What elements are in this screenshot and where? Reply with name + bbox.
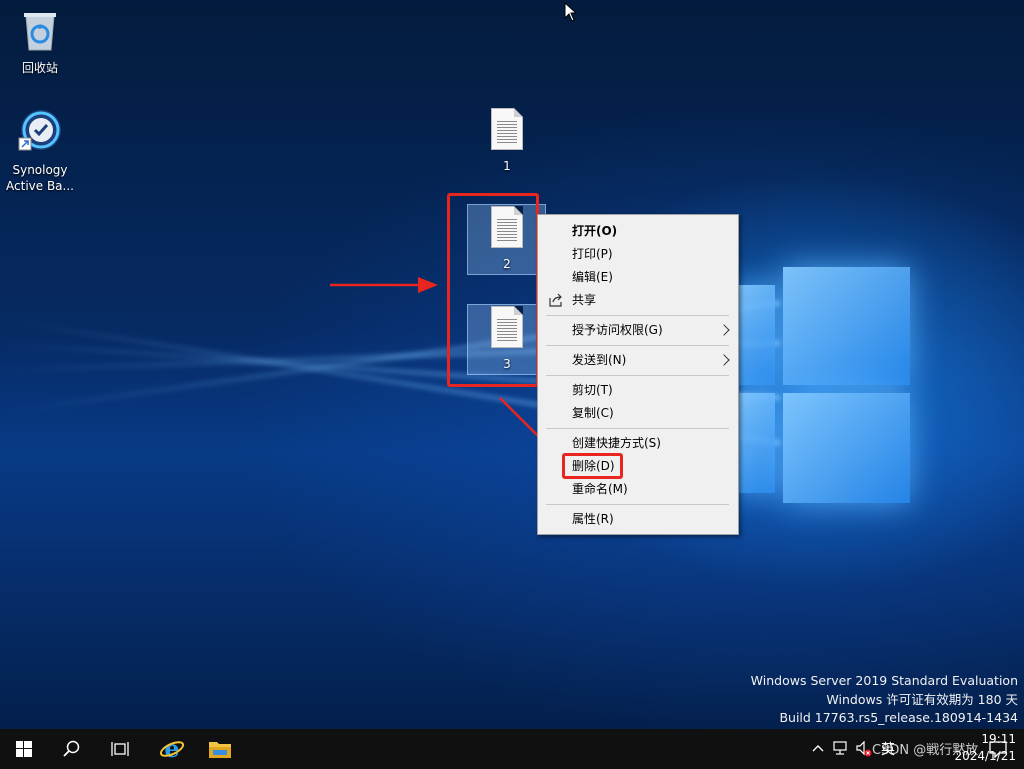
recycle-bin-label: 回收站 — [21, 61, 58, 75]
context-menu: 打开(O) 打印(P) 编辑(E) 共享 授予访问权限(G) 发送到(N) 剪切… — [537, 214, 739, 535]
watermark-edition: Windows Server 2019 Standard Evaluation — [750, 673, 1018, 688]
text-file-icon — [491, 108, 523, 150]
file-explorer-button[interactable] — [196, 729, 244, 769]
file-1-desktop-icon[interactable]: 1 — [467, 108, 547, 174]
submenu-chevron-icon — [718, 354, 730, 366]
file-explorer-icon — [209, 742, 231, 758]
menu-item-send-to[interactable]: 发送到(N) — [572, 349, 626, 371]
task-view-icon — [111, 742, 129, 756]
file-label: 1 — [503, 159, 511, 173]
menu-item-edit[interactable]: 编辑(E) — [572, 266, 613, 288]
menu-separator — [546, 315, 729, 316]
desktop-background: 回收站 Synology Active Ba... 1 2 3 打开(O) 打印… — [0, 0, 1024, 729]
submenu-chevron-icon — [718, 324, 730, 336]
volume-muted-icon[interactable] — [856, 741, 872, 757]
annotation-arrow — [330, 277, 438, 293]
svg-text:e: e — [164, 736, 179, 762]
menu-separator — [546, 375, 729, 376]
windows-watermark: Windows Server 2019 Standard Evaluation … — [751, 672, 1018, 728]
ime-indicator[interactable]: 英 — [881, 739, 895, 759]
synology-label: Synology Active Ba... — [6, 163, 74, 193]
menu-item-copy[interactable]: 复制(C) — [572, 402, 614, 424]
menu-item-print[interactable]: 打印(P) — [572, 243, 613, 265]
windows-start-icon — [16, 741, 32, 757]
menu-item-rename[interactable]: 重命名(M) — [572, 478, 628, 500]
menu-item-grant-access[interactable]: 授予访问权限(G) — [572, 319, 663, 341]
menu-separator — [546, 428, 729, 429]
notification-center-icon[interactable] — [988, 739, 1008, 759]
internet-explorer-button[interactable]: e — [148, 729, 196, 769]
start-button[interactable] — [0, 729, 48, 769]
watermark-build: Build 17763.rs5_release.180914-1434 — [779, 710, 1018, 725]
search-button[interactable] — [48, 729, 96, 769]
menu-item-create-shortcut[interactable]: 创建快捷方式(S) — [572, 432, 661, 454]
synology-active-backup-icon — [18, 110, 61, 151]
delete-annotation-box — [562, 453, 623, 479]
recycle-bin-icon — [24, 13, 56, 51]
share-icon — [549, 293, 562, 307]
annotation-box — [447, 193, 539, 387]
mouse-cursor-icon — [564, 2, 578, 22]
watermark-license: Windows 许可证有效期为 180 天 — [826, 691, 1018, 707]
tray-overflow-chevron-icon[interactable] — [812, 743, 824, 753]
menu-item-cut[interactable]: 剪切(T) — [572, 379, 613, 401]
task-view-button[interactable] — [96, 729, 144, 769]
menu-separator — [546, 345, 729, 346]
synology-desktop-icon[interactable]: Synology Active Ba... — [0, 108, 80, 194]
search-icon — [63, 740, 80, 757]
menu-separator — [546, 504, 729, 505]
menu-item-properties[interactable]: 属性(R) — [572, 508, 614, 530]
windows-logo-wallpaper — [735, 255, 950, 510]
network-icon[interactable] — [832, 741, 848, 755]
taskbar: e CSDN @戦行黙放 英 19:11 2024/1/21 — [0, 729, 1024, 769]
menu-item-share[interactable]: 共享 — [572, 289, 596, 311]
menu-item-open[interactable]: 打开(O) — [572, 220, 617, 242]
internet-explorer-icon: e — [159, 736, 185, 762]
recycle-bin-desktop-icon[interactable]: 回收站 — [0, 8, 80, 76]
